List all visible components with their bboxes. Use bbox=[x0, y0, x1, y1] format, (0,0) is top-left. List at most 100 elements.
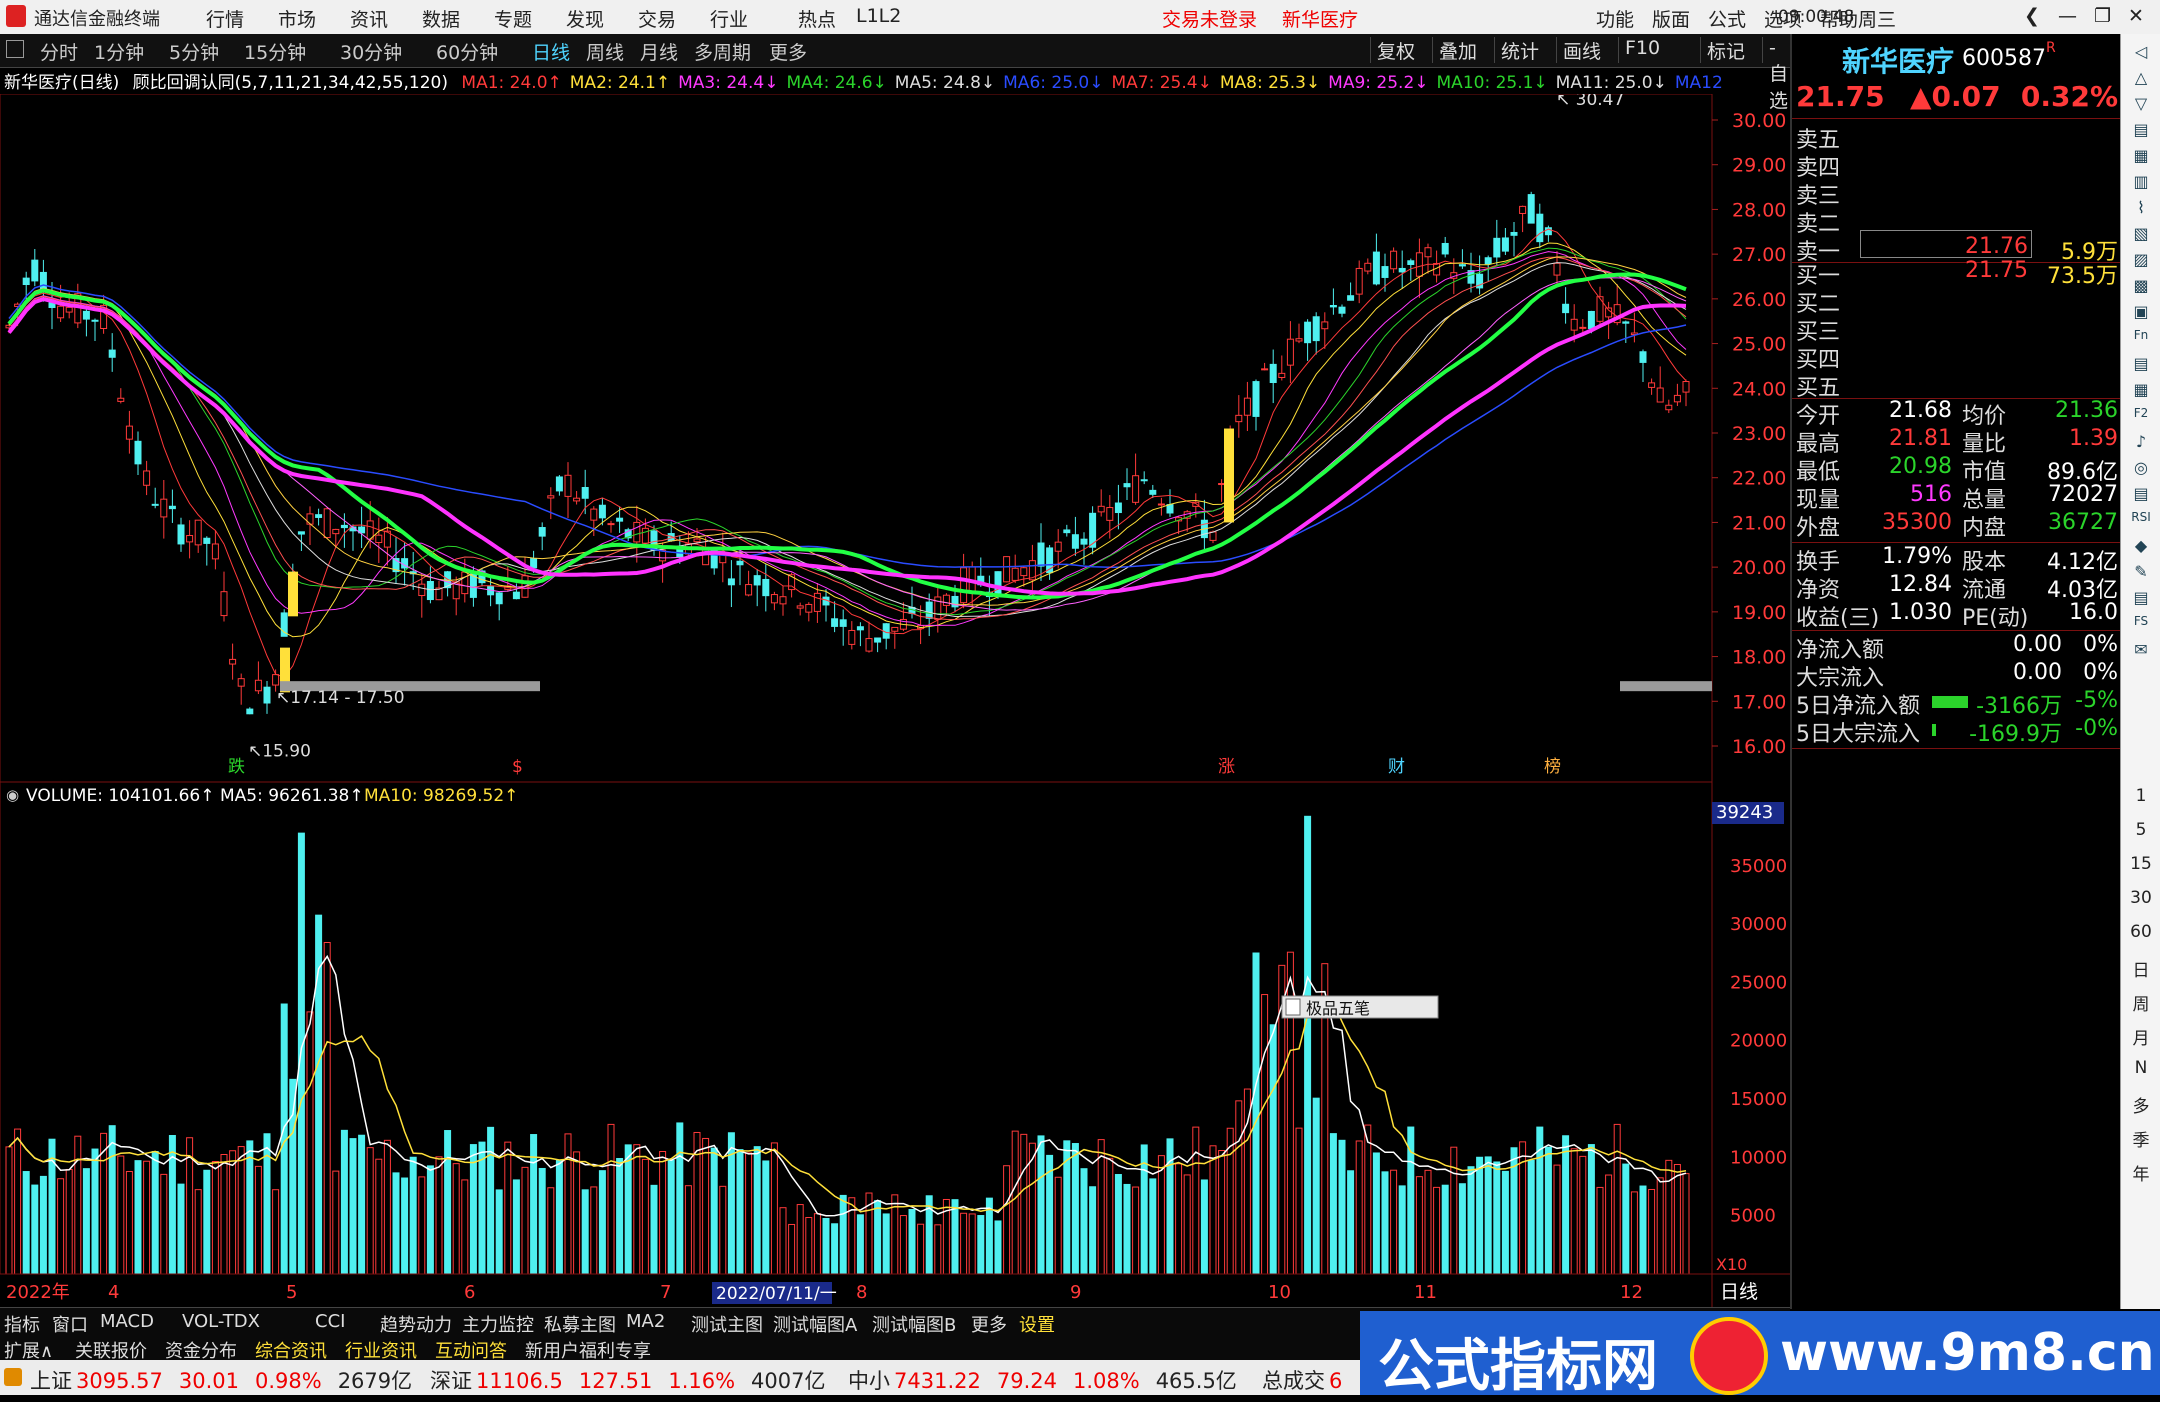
sidebar-tool-icon[interactable]: ▨ bbox=[2129, 250, 2153, 272]
indicator-tab-4[interactable]: CCI bbox=[315, 1311, 345, 1332]
sidebar-tool-icon[interactable]: ▥ bbox=[2129, 172, 2153, 194]
sidebar-tool-icon[interactable]: ⌇ bbox=[2129, 198, 2153, 220]
sidebar-tool-icon[interactable]: ▤ bbox=[2129, 588, 2153, 610]
sidebar-tool-icon[interactable]: ▽ bbox=[2129, 94, 2153, 116]
back-icon[interactable]: ❮ bbox=[2024, 5, 2040, 27]
toggle-icon[interactable] bbox=[6, 40, 24, 58]
chart-tool-4[interactable]: F10 bbox=[1618, 37, 1666, 63]
menu-4[interactable]: 专题 bbox=[494, 5, 532, 32]
sidebar-period-3[interactable]: 30 bbox=[2121, 888, 2160, 908]
period-6[interactable]: 日线 bbox=[532, 38, 570, 65]
bid-row[interactable]: 买四 bbox=[1792, 342, 2122, 373]
ask-row[interactable]: 卖四 bbox=[1792, 150, 2122, 181]
menu-3[interactable]: 数据 bbox=[422, 5, 460, 32]
sidebar-tool-icon[interactable]: ▦ bbox=[2129, 146, 2153, 168]
sidebar-period-8[interactable]: N bbox=[2121, 1058, 2160, 1078]
period-1[interactable]: 1分钟 bbox=[94, 38, 144, 65]
sidebar-period-11[interactable]: 年 bbox=[2121, 1160, 2160, 1185]
right-menu-3[interactable]: 选项 bbox=[1764, 5, 1802, 32]
ticker-item[interactable]: 深证 11106.5 127.51 1.16% 4007亿 bbox=[430, 1365, 826, 1395]
period-2[interactable]: 5分钟 bbox=[169, 38, 219, 65]
sidebar-tool-icon[interactable]: ✎ bbox=[2129, 562, 2153, 584]
login-notice[interactable]: 交易未登录 bbox=[1162, 5, 1257, 32]
event-marker[interactable]: $ bbox=[512, 757, 523, 777]
indicator-tab-2[interactable]: MACD bbox=[100, 1311, 154, 1332]
menu-7[interactable]: 行业 bbox=[710, 5, 748, 32]
ask-row[interactable]: 卖五 bbox=[1792, 122, 2122, 153]
ticker-item[interactable]: 中小 7431.22 79.24 1.08% 465.5亿 bbox=[848, 1365, 1237, 1395]
minimize-icon[interactable]: — bbox=[2058, 5, 2077, 27]
menu-0[interactable]: 行情 bbox=[206, 5, 244, 32]
indicator-tab-3[interactable]: VOL-TDX bbox=[182, 1311, 260, 1332]
sidebar-tool-icon[interactable]: ♪ bbox=[2129, 432, 2153, 454]
close-icon[interactable]: ✕ bbox=[2128, 5, 2144, 27]
sidebar-tool-icon[interactable]: RSI bbox=[2129, 510, 2153, 532]
chart-tool-3[interactable]: 画线 bbox=[1556, 37, 1607, 63]
sidebar-period-5[interactable]: 日 bbox=[2121, 956, 2160, 981]
bid-row[interactable]: 买二 bbox=[1792, 286, 2122, 317]
period-5[interactable]: 60分钟 bbox=[436, 38, 498, 65]
restore-icon[interactable]: ❐ bbox=[2094, 5, 2111, 27]
bid-row[interactable]: 买五 bbox=[1792, 370, 2122, 401]
sidebar-tool-icon[interactable]: ▧ bbox=[2129, 224, 2153, 246]
sidebar-tool-icon[interactable]: ▤ bbox=[2129, 484, 2153, 506]
sidebar-period-2[interactable]: 15 bbox=[2121, 854, 2160, 874]
kline-chart[interactable]: 30.00 29.00 28.00 27.00 26.00 25.00 24.00 23.00… bbox=[0, 94, 1790, 1307]
chart-tool-2[interactable]: 统计 bbox=[1494, 37, 1545, 63]
chart-tool-5[interactable]: 标记 bbox=[1700, 37, 1751, 63]
chart-tool-0[interactable]: 复权 bbox=[1370, 37, 1421, 63]
sidebar-tool-icon[interactable]: Fn bbox=[2129, 328, 2153, 350]
sidebar-tool-icon[interactable]: ▤ bbox=[2129, 354, 2153, 376]
period-7[interactable]: 周线 bbox=[586, 38, 624, 65]
ticker-item[interactable]: 总成交 6 bbox=[1262, 1365, 1358, 1395]
indicator-tab-8[interactable]: MA2 bbox=[626, 1311, 665, 1332]
ime-a-icon[interactable] bbox=[1285, 998, 1301, 1016]
right-menu-0[interactable]: 功能 bbox=[1596, 5, 1634, 32]
sidebar-period-9[interactable]: 多 bbox=[2121, 1092, 2160, 1117]
sidebar-period-7[interactable]: 月 bbox=[2121, 1024, 2160, 1049]
ime-popup[interactable]: 极品五笔 bbox=[1281, 995, 1439, 1019]
sidebar-tool-icon[interactable]: F2 bbox=[2129, 406, 2153, 428]
period-3[interactable]: 15分钟 bbox=[244, 38, 306, 65]
sidebar-tool-icon[interactable]: △ bbox=[2129, 68, 2153, 90]
event-marker[interactable]: 涨 bbox=[1218, 757, 1235, 777]
ask-row[interactable]: 卖三 bbox=[1792, 178, 2122, 209]
sidebar-tool-icon[interactable]: ▩ bbox=[2129, 276, 2153, 298]
menu-9[interactable]: L1L2 bbox=[856, 5, 901, 27]
period-9[interactable]: 多周期 bbox=[694, 38, 751, 65]
event-marker[interactable]: 跌 bbox=[228, 757, 245, 777]
bid-row[interactable]: 买一 21.75 73.5万 bbox=[1792, 258, 2122, 289]
menu-1[interactable]: 市场 bbox=[278, 5, 316, 32]
menu-6[interactable]: 交易 bbox=[638, 5, 676, 32]
menu-2[interactable]: 资讯 bbox=[350, 5, 388, 32]
sidebar-tool-icon[interactable]: ◎ bbox=[2129, 458, 2153, 480]
sidebar-period-6[interactable]: 周 bbox=[2121, 990, 2160, 1015]
sidebar-period-0[interactable]: 1 bbox=[2121, 786, 2160, 806]
menu-8[interactable]: 热点 bbox=[798, 5, 836, 32]
right-menu-2[interactable]: 公式 bbox=[1708, 5, 1746, 32]
sidebar-tool-icon[interactable]: ✉ bbox=[2129, 640, 2153, 662]
menu-5[interactable]: 发现 bbox=[566, 5, 604, 32]
sidebar-period-1[interactable]: 5 bbox=[2121, 820, 2160, 840]
event-marker[interactable]: 财 bbox=[1388, 757, 1405, 777]
period-8[interactable]: 月线 bbox=[640, 38, 678, 65]
event-marker[interactable]: 榜 bbox=[1544, 757, 1561, 777]
ticker-icon[interactable] bbox=[4, 1368, 22, 1386]
sidebar-period-10[interactable]: 季 bbox=[2121, 1126, 2160, 1151]
sidebar-tool-icon[interactable]: ◁ bbox=[2129, 42, 2153, 64]
ticker-item[interactable]: 上证 3095.57 30.01 0.98% 2679亿 bbox=[30, 1365, 412, 1395]
sidebar-tool-icon[interactable]: ◆ bbox=[2129, 536, 2153, 558]
sidebar-tool-icon[interactable]: ▤ bbox=[2129, 120, 2153, 142]
sidebar-period-4[interactable]: 60 bbox=[2121, 922, 2160, 942]
bid-row[interactable]: 买三 bbox=[1792, 314, 2122, 345]
sidebar-tool-icon[interactable]: ▦ bbox=[2129, 380, 2153, 402]
sidebar-tool-icon[interactable]: FS bbox=[2129, 614, 2153, 636]
period-4[interactable]: 30分钟 bbox=[340, 38, 402, 65]
period-10[interactable]: 更多 bbox=[769, 38, 807, 65]
chart-tool-1[interactable]: 叠加 bbox=[1432, 37, 1483, 63]
volume-toggle-icon[interactable]: ◉ bbox=[6, 786, 19, 804]
sidebar-tool-icon[interactable]: ▣ bbox=[2129, 302, 2153, 324]
right-menu-4[interactable]: 帮助 bbox=[1820, 5, 1858, 32]
right-menu-1[interactable]: 版面 bbox=[1652, 5, 1690, 32]
period-0[interactable]: 分时 bbox=[40, 38, 78, 65]
